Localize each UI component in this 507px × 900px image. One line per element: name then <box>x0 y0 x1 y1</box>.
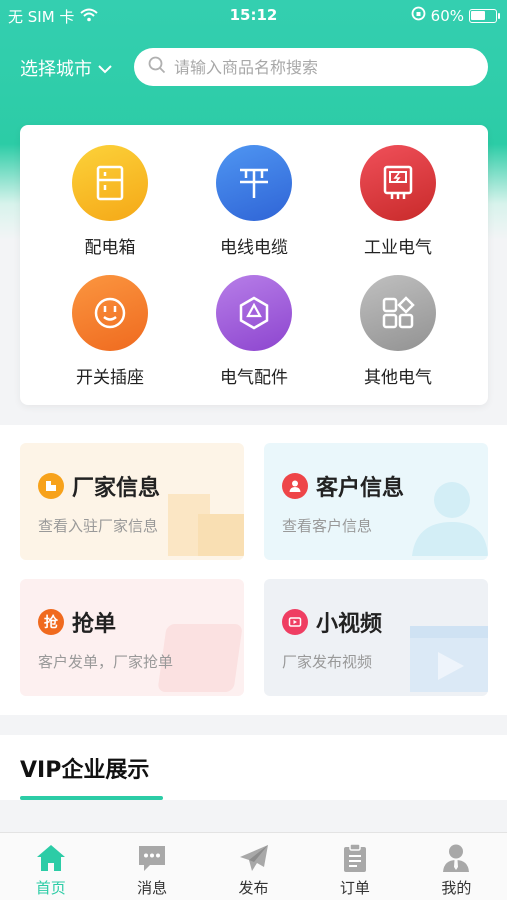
card-subtitle: 客户发单，厂家抢单 <box>38 653 174 671</box>
city-selector[interactable]: 选择城市 <box>20 55 112 81</box>
order-icon <box>304 841 405 875</box>
battery-percent: 60% <box>430 6 464 25</box>
category-grid: 配电箱 电线电缆 工业电气 开关插座 电气配件 其他电气 <box>20 125 488 405</box>
card-subtitle: 查看入驻厂家信息 <box>38 517 159 535</box>
card-title: 客户信息 <box>316 476 405 501</box>
card-title: 厂家信息 <box>72 476 161 501</box>
category-switch-socket[interactable]: 开关插座 <box>40 275 180 388</box>
category-label: 配电箱 <box>84 238 136 258</box>
hexagon-icon <box>216 275 292 351</box>
orientation-lock-icon <box>411 6 426 25</box>
search-bar[interactable] <box>134 48 488 86</box>
category-label: 其他电气 <box>364 368 432 388</box>
category-industrial-electric[interactable]: 工业电气 <box>328 145 468 258</box>
card-title: 小视频 <box>316 612 383 637</box>
home-icon <box>0 841 101 875</box>
category-label: 电线电缆 <box>220 238 288 258</box>
chevron-down-icon <box>98 58 112 79</box>
bottom-tab-bar: 首页 消息 发布 订单 我的 <box>0 832 507 900</box>
search-icon <box>148 56 166 78</box>
tab-label: 订单 <box>339 879 370 897</box>
tab-label: 发布 <box>238 879 269 897</box>
vip-section: VIP企业展示 <box>0 735 507 800</box>
factory-icon <box>38 473 64 499</box>
battery-icon <box>469 8 500 23</box>
category-label: 电气配件 <box>220 368 288 388</box>
search-input[interactable] <box>174 57 464 77</box>
video-icon <box>282 609 308 635</box>
message-icon <box>101 841 202 875</box>
socket-icon <box>72 275 148 351</box>
card-title: 抢单 <box>72 612 117 637</box>
tab-publish[interactable]: 发布 <box>203 833 304 900</box>
category-other-electric[interactable]: 其他电气 <box>328 275 468 388</box>
profile-icon <box>406 841 507 875</box>
vip-section-title[interactable]: VIP企业展示 <box>20 752 149 784</box>
card-subtitle: 查看客户信息 <box>282 517 373 535</box>
person-decoration <box>408 476 488 560</box>
tab-profile[interactable]: 我的 <box>406 833 507 900</box>
grid-icon <box>360 275 436 351</box>
category-label: 开关插座 <box>76 368 144 388</box>
tab-label: 首页 <box>35 879 66 897</box>
category-distribution-box[interactable]: 配电箱 <box>40 145 180 258</box>
card-subtitle: 厂家发布视频 <box>282 653 373 671</box>
tab-orders[interactable]: 订单 <box>304 833 405 900</box>
category-label: 工业电气 <box>364 238 432 258</box>
city-label: 选择城市 <box>20 59 92 80</box>
category-electrical-parts[interactable]: 电气配件 <box>184 275 324 388</box>
vip-title-underline <box>20 796 163 800</box>
grab-order-card[interactable]: 抢 抢单 客户发单，厂家抢单 <box>20 579 244 696</box>
customer-info-card[interactable]: 客户信息 查看客户信息 <box>264 443 488 560</box>
tab-messages[interactable]: 消息 <box>101 833 202 900</box>
short-video-card[interactable]: 小视频 厂家发布视频 <box>264 579 488 696</box>
tab-label: 消息 <box>137 879 168 897</box>
user-icon <box>282 473 308 499</box>
cabinet-icon <box>72 145 148 221</box>
tab-label: 我的 <box>441 879 472 897</box>
grab-order-icon: 抢 <box>38 609 64 635</box>
building-decoration <box>164 484 244 560</box>
service-section: 厂家信息 查看入驻厂家信息 客户信息 查看客户信息 抢 抢单 客户发单，厂家抢单 <box>0 425 507 715</box>
category-wire-cable[interactable]: 电线电缆 <box>184 145 324 258</box>
clapperboard-decoration <box>408 620 488 696</box>
tab-home[interactable]: 首页 <box>0 833 101 900</box>
electric-meter-icon <box>360 145 436 221</box>
send-icon <box>203 841 304 875</box>
manufacturer-info-card[interactable]: 厂家信息 查看入驻厂家信息 <box>20 443 244 560</box>
cable-icon <box>216 145 292 221</box>
status-bar: 无 SIM 卡 15:12 60% <box>0 0 507 32</box>
